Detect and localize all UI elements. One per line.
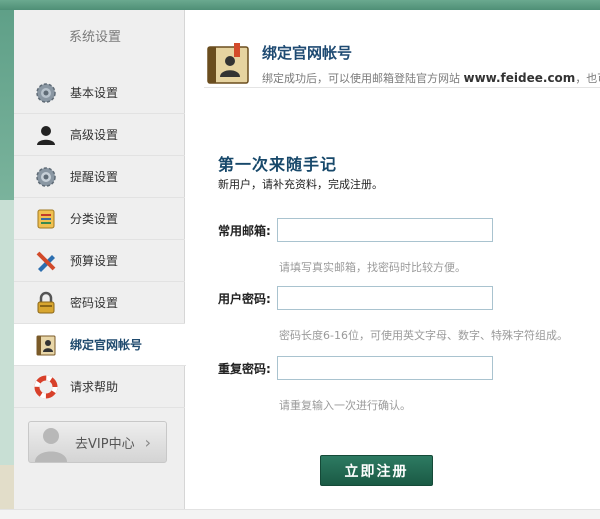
page-title: 绑定官网帐号: [262, 44, 353, 62]
register-button[interactable]: 立即注册: [320, 455, 433, 486]
page-header: 绑定官网帐号 绑定成功后，可以使用邮箱登陆官方网站 www.feidee.com…: [204, 40, 600, 90]
lifebuoy-icon: [34, 375, 58, 399]
sidebar-item-label: 高级设置: [70, 128, 119, 142]
confirm-password-hint: 请重复输入一次进行确认。: [279, 399, 411, 412]
category-icon: [34, 207, 58, 231]
form-title: 第一次来随手记: [218, 155, 338, 174]
sidebar-item-label: 分类设置: [70, 212, 119, 226]
sidebar-item-advanced-settings[interactable]: 高级设置: [14, 114, 185, 156]
password-label: 用户密码:: [218, 292, 271, 306]
email-label: 常用邮箱:: [218, 224, 271, 238]
sidebar-item-label: 预算设置: [70, 254, 119, 268]
official-site-link[interactable]: www.feidee.com: [464, 71, 576, 85]
sidebar-item-basic-settings[interactable]: 基本设置: [14, 72, 185, 114]
sidebar-item-reminder-settings[interactable]: 提醒设置: [14, 156, 185, 198]
settings-sidebar: 系统设置 基本设置 高级设置 提醒设置 分类设置 预算设置 密码设置 绑定官网帐…: [14, 10, 186, 509]
email-hint: 请填写真实邮箱，找密码时比较方便。: [279, 261, 466, 274]
address-book-icon: [34, 333, 58, 357]
vip-center-label: 去VIP中心: [75, 436, 135, 452]
password-field[interactable]: [277, 286, 493, 310]
user-silhouette-icon: [34, 123, 58, 147]
sidebar-item-help[interactable]: 请求帮助: [14, 366, 185, 408]
window-backdrop: [0, 10, 14, 519]
header-divider: [204, 87, 600, 88]
page-subtitle: 绑定成功后，可以使用邮箱登陆官方网站 www.feidee.com，也可: [262, 70, 600, 86]
form-subtitle: 新用户，请补充资料，完成注册。: [218, 178, 383, 191]
sidebar-item-budget-settings[interactable]: 预算设置: [14, 240, 185, 282]
avatar-silhouette-icon: [31, 422, 71, 462]
sidebar-item-password-settings[interactable]: 密码设置: [14, 282, 185, 324]
gear-icon: [34, 81, 58, 105]
sidebar-item-label: 提醒设置: [70, 170, 119, 184]
gear-icon: [34, 165, 58, 189]
chevron-right-icon: ›: [144, 432, 151, 452]
bottom-border: [0, 509, 600, 519]
password-hint: 密码长度6-16位，可使用英文字母、数字、特殊字符组成。: [279, 329, 568, 342]
backdrop-top-stripe: [0, 10, 14, 200]
top-bar: [0, 0, 600, 10]
vip-center-button[interactable]: 去VIP中心 ›: [28, 421, 167, 463]
address-book-icon: [204, 43, 252, 89]
sidebar-title: 系统设置: [68, 30, 121, 45]
email-field[interactable]: [277, 218, 493, 242]
sidebar-item-label: 密码设置: [70, 296, 119, 310]
sidebar-item-label: 基本设置: [70, 86, 119, 100]
subtitle-text: 绑定成功后，可以使用邮箱登陆官方网站: [262, 72, 464, 85]
sidebar-item-label: 请求帮助: [70, 380, 119, 394]
sidebar-item-bind-account[interactable]: 绑定官网帐号: [14, 324, 186, 366]
pencil-ruler-icon: [34, 249, 58, 273]
padlock-icon: [34, 291, 58, 315]
sidebar-item-category-settings[interactable]: 分类设置: [14, 198, 185, 240]
sidebar-item-label: 绑定官网帐号: [70, 338, 143, 352]
subtitle-suffix: ，也可: [575, 72, 600, 85]
confirm-password-label: 重复密码:: [218, 362, 271, 376]
confirm-password-field[interactable]: [277, 356, 493, 380]
